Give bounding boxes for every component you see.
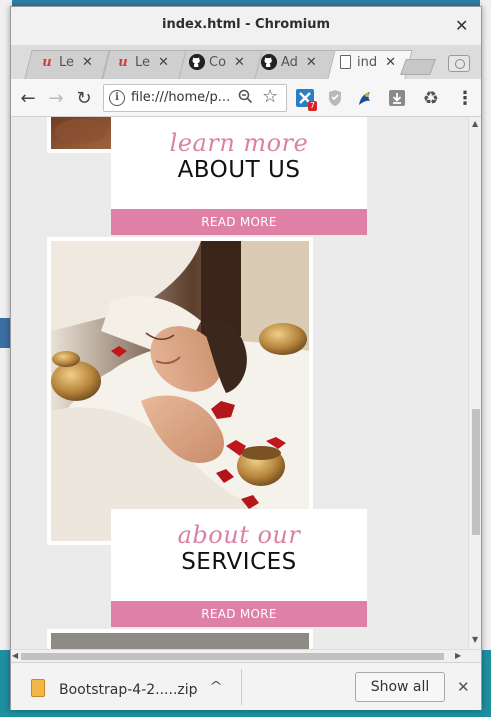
spa-treatment-image bbox=[51, 241, 309, 541]
services-read-more-button[interactable]: READ MORE bbox=[111, 601, 367, 627]
tab-5-label: ind bbox=[357, 54, 378, 70]
blue-extension-icon[interactable] bbox=[355, 88, 375, 108]
download-shelf-close-icon[interactable]: ✕ bbox=[457, 678, 470, 696]
tab-3-content: Co ✕ bbox=[189, 50, 245, 74]
scroll-right-arrow-icon[interactable]: ▶ bbox=[455, 651, 461, 660]
services-script-line: about our bbox=[177, 521, 301, 549]
tab-3-label: Co bbox=[209, 54, 227, 70]
recycle-icon[interactable]: ♻ bbox=[421, 88, 441, 109]
extension-badge: 7 bbox=[307, 101, 317, 111]
scroll-down-arrow-icon[interactable]: ▼ bbox=[472, 635, 478, 644]
url-text[interactable]: file:///home/p... bbox=[131, 90, 231, 105]
services-heading: SERVICES bbox=[181, 549, 297, 575]
download-filename[interactable]: Bootstrap-4-2.....zip bbox=[59, 682, 198, 698]
tab-strip: u Le ✕ u Le ✕ Co ✕ Ad ✕ ind ✕ bbox=[11, 45, 481, 79]
tab-5-close-icon[interactable]: ✕ bbox=[385, 55, 396, 70]
github-icon bbox=[261, 54, 277, 70]
vertical-scroll-thumb[interactable] bbox=[472, 409, 480, 535]
next-card-image bbox=[47, 629, 313, 649]
tab-1-label: Le bbox=[59, 54, 75, 70]
show-all-button[interactable]: Show all bbox=[355, 672, 445, 702]
about-us-script-line: learn more bbox=[169, 129, 309, 157]
title-bar: index.html - Chromium ✕ bbox=[11, 7, 481, 45]
about-us-card: learn more ABOUT US bbox=[111, 117, 367, 209]
address-bar[interactable]: i file:///home/p... ☆ bbox=[103, 84, 287, 112]
download-extension-icon[interactable] bbox=[387, 88, 407, 108]
download-shelf: Bootstrap-4-2.....zip ^ Show all ✕ bbox=[11, 662, 481, 710]
browser-window: index.html - Chromium ✕ u Le ✕ u Le ✕ Co… bbox=[10, 6, 482, 710]
horizontal-scrollbar[interactable]: ◀ ▶ bbox=[11, 649, 481, 661]
about-us-heading: ABOUT US bbox=[177, 157, 301, 183]
bookmark-star-icon[interactable]: ☆ bbox=[262, 86, 278, 107]
tab-4-label: Ad bbox=[281, 54, 298, 70]
profile-icon[interactable] bbox=[448, 55, 470, 72]
tab-2-label: Le bbox=[135, 54, 151, 70]
desktop-window-sliver bbox=[0, 318, 10, 348]
spa-image-card bbox=[47, 237, 313, 545]
next-card-image-fill bbox=[51, 633, 309, 649]
horizontal-scroll-thumb[interactable] bbox=[21, 653, 444, 660]
about-us-read-more-button[interactable]: READ MORE bbox=[111, 209, 367, 235]
new-tab-button[interactable] bbox=[400, 59, 436, 75]
shield-icon[interactable] bbox=[325, 88, 345, 108]
document-icon bbox=[337, 54, 353, 70]
tab-1-content: u Le ✕ bbox=[39, 50, 93, 74]
window-close-button[interactable]: ✕ bbox=[455, 16, 468, 35]
u-icon: u bbox=[118, 54, 128, 70]
page-viewport: learn more ABOUT US READ MORE about our … bbox=[11, 117, 468, 649]
tab-5-content: ind ✕ bbox=[337, 50, 396, 74]
tab-2-close-icon[interactable]: ✕ bbox=[158, 55, 169, 70]
window-title: index.html - Chromium bbox=[161, 17, 331, 32]
back-button[interactable]: ← bbox=[17, 87, 39, 109]
scroll-left-arrow-icon[interactable]: ◀ bbox=[12, 651, 18, 660]
github-icon bbox=[189, 54, 205, 70]
zoom-icon[interactable] bbox=[238, 89, 253, 108]
forward-button[interactable]: → bbox=[45, 87, 67, 109]
extension-x-icon[interactable]: 7 bbox=[295, 88, 317, 111]
info-icon[interactable]: i bbox=[109, 90, 125, 106]
navigation-toolbar: ← → ↻ i file:///home/p... ☆ 7 ♻ ⋮ bbox=[11, 79, 481, 117]
download-separator bbox=[241, 669, 242, 705]
download-options-chevron-icon[interactable]: ^ bbox=[209, 679, 223, 693]
tab-4-close-icon[interactable]: ✕ bbox=[306, 55, 317, 70]
reload-button[interactable]: ↻ bbox=[73, 87, 95, 109]
tab-1-close-icon[interactable]: ✕ bbox=[82, 55, 93, 70]
menu-button[interactable]: ⋮ bbox=[454, 87, 476, 109]
tab-3-close-icon[interactable]: ✕ bbox=[234, 55, 245, 70]
tab-2-content: u Le ✕ bbox=[115, 50, 169, 74]
zip-file-icon bbox=[31, 679, 45, 697]
scroll-up-arrow-icon[interactable]: ▲ bbox=[472, 119, 478, 128]
services-card: about our SERVICES bbox=[111, 509, 367, 601]
u-icon: u bbox=[42, 54, 52, 70]
tab-4-content: Ad ✕ bbox=[261, 50, 317, 74]
vertical-scrollbar[interactable]: ▲ ▼ bbox=[468, 117, 481, 647]
